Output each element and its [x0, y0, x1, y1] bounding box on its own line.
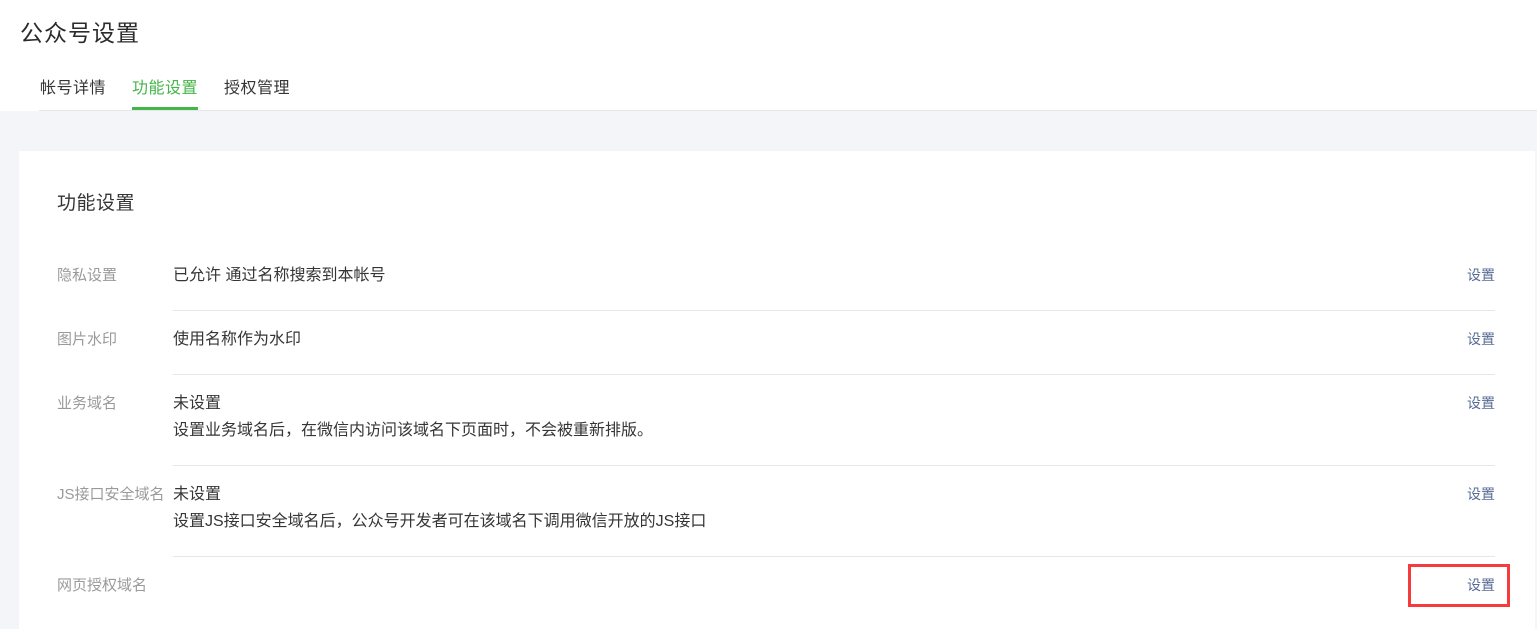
row-description: 设置业务域名后，在微信内访问该域名下页面时，不会被重新排版。	[173, 422, 653, 440]
row-body: 未设置 设置JS接口安全域名后，公众号开发者可在该域名下调用微信开放的JS接口 …	[173, 466, 1495, 557]
row-label: JS接口安全域名	[57, 466, 173, 557]
row-label: 隐私设置	[57, 247, 173, 311]
content-area: 功能设置 隐私设置 已允许 通过名称搜索到本帐号 设置 图片水印 使用名称作为水…	[0, 111, 1537, 629]
function-settings-panel: 功能设置 隐私设置 已允许 通过名称搜索到本帐号 设置 图片水印 使用名称作为水…	[19, 151, 1535, 629]
settings-row: JS接口安全域名 未设置 设置JS接口安全域名后，公众号开发者可在该域名下调用微…	[57, 466, 1495, 557]
annotation-red-box: 设置	[1408, 564, 1510, 607]
page-header: 公众号设置 帐号详情 功能设置 授权管理	[0, 0, 1537, 111]
row-value: 已允许 通过名称搜索到本帐号	[173, 267, 385, 285]
settings-row: 业务域名 未设置 设置业务域名后，在微信内访问该域名下页面时，不会被重新排版。 …	[57, 375, 1495, 466]
row-action-wrap: 设置	[1467, 331, 1495, 348]
row-action-link[interactable]: 设置	[1467, 395, 1495, 411]
row-label: 网页授权域名	[57, 557, 173, 629]
row-content: 已允许 通过名称搜索到本帐号	[173, 267, 385, 285]
panel-heading: 功能设置	[57, 188, 1495, 215]
row-body: 未设置 设置业务域名后，在微信内访问该域名下页面时，不会被重新排版。 设置	[173, 375, 1495, 466]
page-title: 公众号设置	[20, 14, 1537, 48]
row-label: 图片水印	[57, 311, 173, 375]
row-body: 使用名称作为水印 设置	[173, 311, 1495, 375]
row-action-wrap: 设置	[1467, 486, 1495, 503]
settings-row: 隐私设置 已允许 通过名称搜索到本帐号 设置	[57, 247, 1495, 311]
row-action-wrap: 设置	[1467, 267, 1495, 284]
row-value: 未设置	[173, 395, 653, 413]
row-value: 使用名称作为水印	[173, 331, 301, 349]
row-content: 未设置 设置JS接口安全域名后，公众号开发者可在该域名下调用微信开放的JS接口	[173, 486, 706, 531]
row-action-link[interactable]: 设置	[1467, 331, 1495, 347]
row-body: 已允许 通过名称搜索到本帐号 设置	[173, 247, 1495, 311]
tab-0[interactable]: 帐号详情	[40, 74, 106, 110]
row-action-link[interactable]: 设置	[1467, 577, 1495, 593]
row-content: 未设置 设置业务域名后，在微信内访问该域名下页面时，不会被重新排版。	[173, 395, 653, 440]
row-action-link[interactable]: 设置	[1467, 267, 1495, 283]
settings-row: 图片水印 使用名称作为水印 设置	[57, 311, 1495, 375]
tab-2[interactable]: 授权管理	[224, 74, 290, 110]
row-label: 业务域名	[57, 375, 173, 466]
row-action-link[interactable]: 设置	[1467, 486, 1495, 502]
row-action-wrap: 设置	[1467, 395, 1495, 412]
tab-1[interactable]: 功能设置	[132, 74, 198, 110]
settings-row: 网页授权域名 设置	[57, 557, 1495, 629]
row-content: 使用名称作为水印	[173, 331, 301, 349]
tab-bar: 帐号详情 功能设置 授权管理	[39, 74, 1537, 111]
row-value: 未设置	[173, 486, 706, 504]
row-body: 设置	[173, 557, 1495, 629]
row-description: 设置JS接口安全域名后，公众号开发者可在该域名下调用微信开放的JS接口	[173, 513, 706, 531]
